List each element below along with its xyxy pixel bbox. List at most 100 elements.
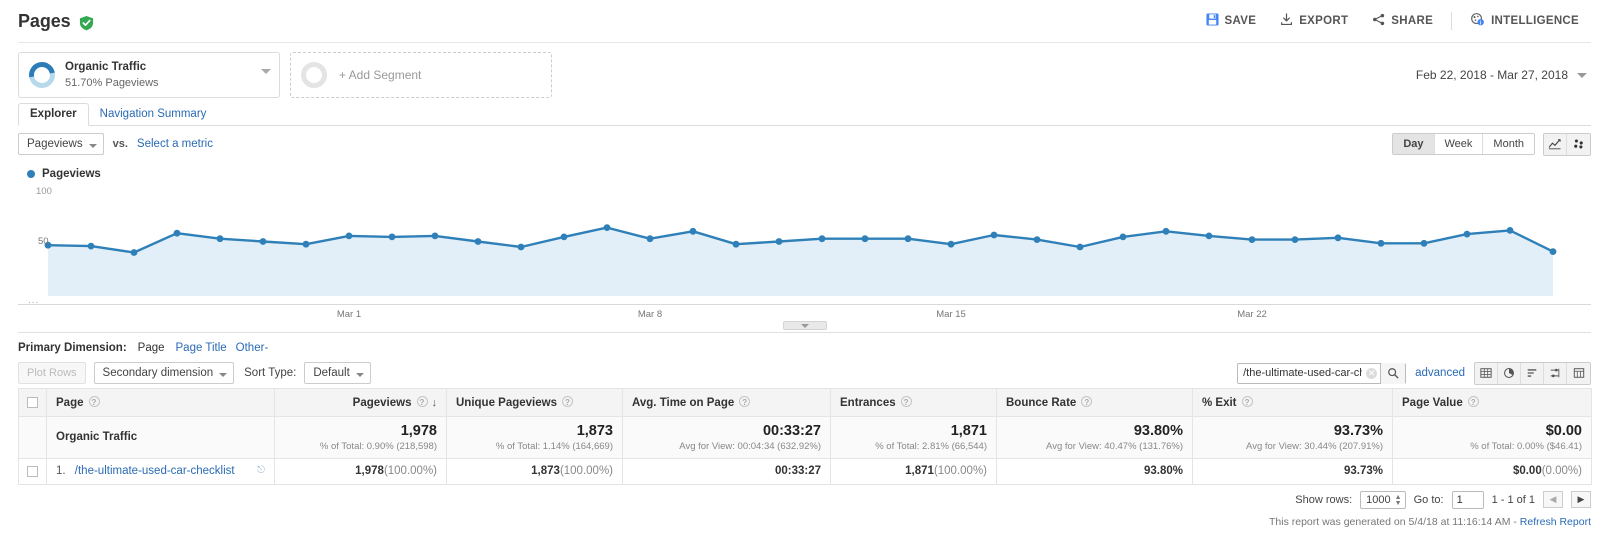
header-unique-pageviews[interactable]: Unique Pageviews? bbox=[446, 388, 623, 417]
chart-data-point[interactable] bbox=[259, 238, 267, 245]
applied-segment[interactable]: Organic Traffic 51.70% Pageviews bbox=[18, 52, 280, 98]
row-checkbox-cell[interactable] bbox=[18, 457, 47, 485]
chart-data-point[interactable] bbox=[904, 235, 912, 243]
row-unique-pageviews-cell: 1,873(100.00%) bbox=[446, 457, 623, 485]
sort-type-select[interactable]: Default bbox=[304, 362, 371, 384]
chart-data-point[interactable] bbox=[861, 235, 869, 243]
plot-rows-button[interactable]: Plot Rows bbox=[18, 362, 86, 384]
help-icon[interactable]: ? bbox=[1081, 395, 1093, 407]
chart-data-point[interactable] bbox=[1463, 230, 1471, 238]
chart-data-point[interactable] bbox=[130, 249, 138, 256]
help-icon[interactable]: ? bbox=[416, 395, 428, 407]
prev-page-button[interactable]: ◀ bbox=[1543, 491, 1563, 509]
pivot-view-icon[interactable] bbox=[1567, 362, 1590, 384]
external-link-icon[interactable]: ⎋ bbox=[257, 465, 265, 476]
y-axis-tick-50: 50 bbox=[38, 236, 49, 247]
select-a-metric-link[interactable]: Select a metric bbox=[137, 138, 213, 150]
chevron-down-icon bbox=[219, 373, 228, 377]
chart-data-point[interactable] bbox=[1377, 239, 1385, 247]
granularity-week[interactable]: Week bbox=[1434, 134, 1484, 154]
chart-data-point[interactable] bbox=[345, 232, 353, 240]
chart-data-point[interactable] bbox=[732, 240, 740, 248]
chart-data-point[interactable] bbox=[1162, 227, 1170, 235]
chart-data-point[interactable] bbox=[1119, 233, 1127, 241]
granularity-day[interactable]: Day bbox=[1393, 134, 1435, 154]
help-icon[interactable]: ? bbox=[739, 395, 751, 407]
header-avg-time-on-page[interactable]: Avg. Time on Page? bbox=[622, 388, 831, 417]
header-bounce-rate[interactable]: Bounce Rate? bbox=[996, 388, 1193, 417]
select-all-checkbox[interactable] bbox=[27, 396, 38, 408]
chart-data-point[interactable] bbox=[173, 229, 181, 237]
show-rows-select[interactable]: 1000 ▲ ▼ bbox=[1360, 490, 1406, 509]
help-icon[interactable]: ? bbox=[900, 395, 912, 407]
date-range-picker[interactable]: Feb 22, 2018 - Mar 27, 2018 bbox=[1416, 52, 1591, 82]
chart-data-point[interactable] bbox=[1549, 248, 1557, 255]
chart-data-point[interactable] bbox=[947, 240, 955, 248]
chart-data-point[interactable] bbox=[1420, 239, 1428, 247]
clear-search-icon[interactable]: ✕ bbox=[1366, 367, 1378, 379]
primary-dimension-other[interactable]: Other- bbox=[236, 342, 269, 354]
table-view-icon[interactable] bbox=[1475, 362, 1498, 384]
next-page-button[interactable]: ▶ bbox=[1571, 491, 1591, 509]
scatter-plot-icon[interactable] bbox=[1567, 133, 1590, 155]
advanced-filter-link[interactable]: advanced bbox=[1415, 367, 1465, 379]
chart-data-point[interactable] bbox=[216, 235, 224, 243]
row-checkbox[interactable] bbox=[27, 465, 38, 477]
add-segment-button[interactable]: + Add Segment bbox=[290, 52, 552, 98]
header-page[interactable]: Page? bbox=[46, 388, 275, 417]
chart-data-point[interactable] bbox=[302, 240, 310, 248]
chevron-down-icon[interactable] bbox=[261, 69, 271, 74]
line-chart-icon[interactable] bbox=[1544, 133, 1567, 155]
export-button[interactable]: EXPORT bbox=[1268, 7, 1360, 35]
row-bounce-rate-value: 93.80% bbox=[1143, 465, 1183, 478]
chart-data-point[interactable] bbox=[818, 235, 826, 243]
chart-data-point[interactable] bbox=[646, 235, 654, 243]
share-button[interactable]: SHARE bbox=[1360, 7, 1445, 35]
help-icon[interactable]: ? bbox=[88, 395, 100, 407]
chart-scroll-handle[interactable] bbox=[782, 321, 827, 330]
tab-explorer[interactable]: Explorer bbox=[18, 103, 89, 126]
header-page-value[interactable]: Page Value? bbox=[1392, 388, 1592, 417]
tab-navigation-summary[interactable]: Navigation Summary bbox=[89, 104, 218, 125]
bar-view-icon[interactable] bbox=[1521, 362, 1544, 384]
chart-data-point[interactable] bbox=[87, 242, 95, 250]
chart-data-point[interactable] bbox=[1334, 234, 1342, 242]
help-icon[interactable]: ? bbox=[561, 395, 573, 407]
granularity-month[interactable]: Month bbox=[1483, 134, 1534, 154]
save-button[interactable]: SAVE bbox=[1194, 7, 1269, 35]
search-input[interactable] bbox=[1238, 367, 1367, 379]
chart-data-point[interactable] bbox=[990, 231, 998, 239]
secondary-dimension-select[interactable]: Secondary dimension bbox=[93, 362, 235, 384]
goto-page-input[interactable] bbox=[1451, 490, 1484, 509]
row-page-link[interactable]: /the-ultimate-used-car-checklist bbox=[75, 465, 235, 477]
primary-dimension-page-title[interactable]: Page Title bbox=[176, 342, 227, 354]
chart-data-point[interactable] bbox=[1033, 236, 1041, 243]
header-entrances[interactable]: Entrances? bbox=[830, 388, 997, 417]
chart-data-point[interactable] bbox=[1076, 243, 1084, 251]
help-icon[interactable]: ? bbox=[1467, 395, 1479, 407]
chart-data-point[interactable] bbox=[517, 243, 525, 251]
table-row[interactable]: 1. /the-ultimate-used-car-checklist ⎋ 1,… bbox=[18, 457, 1592, 485]
chart-data-point[interactable] bbox=[1506, 227, 1514, 234]
header-pct-exit[interactable]: % Exit? bbox=[1192, 388, 1393, 417]
header-pageviews[interactable]: Pageviews? ↓ bbox=[274, 388, 447, 417]
refresh-report-link[interactable]: Refresh Report bbox=[1520, 516, 1591, 528]
select-all-header[interactable] bbox=[18, 388, 47, 417]
chart-data-point[interactable] bbox=[560, 233, 568, 241]
metric-select[interactable]: Pageviews bbox=[18, 133, 104, 155]
intelligence-button[interactable]: i INTELLIGENCE bbox=[1458, 6, 1591, 36]
chart-data-point[interactable] bbox=[1248, 236, 1256, 243]
help-icon[interactable]: ? bbox=[1241, 395, 1253, 407]
comparison-view-icon[interactable] bbox=[1544, 362, 1567, 384]
pie-view-icon[interactable] bbox=[1498, 362, 1521, 384]
chart-data-point[interactable] bbox=[689, 227, 697, 235]
chart-svg[interactable] bbox=[18, 186, 1591, 304]
chart-data-point[interactable] bbox=[1291, 236, 1299, 243]
chart-data-point[interactable] bbox=[431, 232, 439, 240]
chart-data-point[interactable] bbox=[1205, 232, 1213, 240]
chart-data-point[interactable] bbox=[775, 238, 783, 245]
search-button[interactable] bbox=[1380, 362, 1406, 384]
chart-data-point[interactable] bbox=[474, 238, 482, 245]
chart-data-point[interactable] bbox=[388, 233, 396, 241]
chart-data-point[interactable] bbox=[603, 224, 611, 231]
